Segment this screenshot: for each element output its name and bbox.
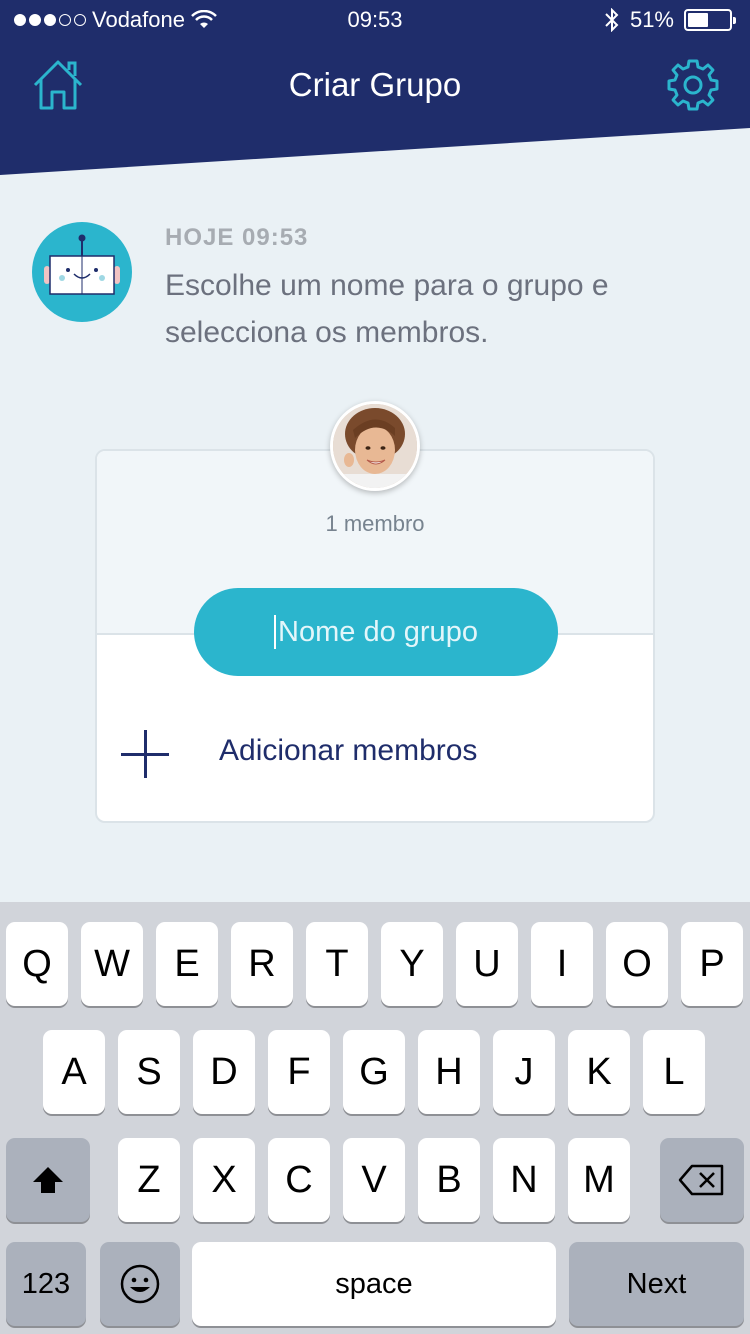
key-label: B (436, 1158, 462, 1201)
key-label: F (287, 1050, 311, 1093)
member-photo (333, 404, 417, 488)
gear-icon (667, 59, 719, 111)
text-cursor (274, 615, 277, 649)
key-label: G (359, 1050, 389, 1093)
member-avatar[interactable] (330, 401, 420, 491)
key-t[interactable]: T (306, 922, 368, 1006)
key-r[interactable]: R (231, 922, 293, 1006)
emoji-key[interactable] (100, 1242, 180, 1326)
key-label: C (285, 1158, 313, 1201)
key-label: O (622, 942, 652, 985)
key-w[interactable]: W (81, 922, 143, 1006)
bot-avatar (32, 222, 132, 322)
key-label: J (514, 1050, 534, 1093)
key-label: P (699, 942, 725, 985)
shift-icon (33, 1167, 63, 1193)
key-g[interactable]: G (343, 1030, 405, 1114)
key-label: K (586, 1050, 612, 1093)
space-key-label: space (335, 1267, 413, 1300)
key-u[interactable]: U (456, 922, 518, 1006)
next-key[interactable]: Next (569, 1242, 744, 1326)
key-label: T (325, 942, 349, 985)
message-text: Escolhe um nome para o grupo e seleccion… (165, 269, 609, 349)
key-v[interactable]: V (343, 1138, 405, 1222)
key-i[interactable]: I (531, 922, 593, 1006)
add-members-label: Adicionar membros (219, 734, 478, 767)
page-title: Criar Grupo (288, 66, 462, 103)
key-b[interactable]: B (418, 1138, 480, 1222)
next-key-label: Next (626, 1267, 687, 1300)
delete-key[interactable] (660, 1138, 744, 1222)
key-l[interactable]: L (643, 1030, 705, 1114)
key-d[interactable]: D (193, 1030, 255, 1114)
numbers-key[interactable]: 123 (6, 1242, 86, 1326)
key-label: W (94, 942, 130, 985)
status-right: 51% (604, 7, 736, 33)
key-label: H (435, 1050, 463, 1093)
keyboard: QW E R T Y U I O P A S D F G H J K L Z X C V B N M 123 space N… (0, 902, 750, 1334)
emoji-icon (120, 1264, 160, 1304)
battery-percent: 51% (629, 7, 674, 32)
add-members-button[interactable]: Adicionar membros (95, 712, 655, 792)
plus-icon (121, 730, 169, 778)
key-z[interactable]: Z (118, 1138, 180, 1222)
key-s[interactable]: S (118, 1030, 180, 1114)
app-header: Vodafone 09:53 51% Criar Grupo (0, 0, 750, 175)
bluetooth-icon (605, 8, 619, 32)
key-label: Q (22, 942, 52, 985)
shift-key[interactable] (6, 1138, 90, 1222)
member-count: 1 membro (325, 511, 425, 536)
key-label: A (61, 1050, 87, 1093)
key-label: Y (399, 942, 425, 985)
key-q[interactable]: Q (6, 922, 68, 1006)
key-label: U (473, 942, 501, 985)
key-label: N (510, 1158, 538, 1201)
key-label: R (248, 942, 276, 985)
key-f[interactable]: F (268, 1030, 330, 1114)
group-name-placeholder: Nome do grupo (278, 615, 478, 648)
message-timestamp: HOJE 09:53 (165, 224, 309, 251)
settings-button[interactable] (666, 58, 720, 112)
group-name-input[interactable]: Nome do grupo (194, 588, 558, 676)
key-label: I (556, 942, 568, 985)
key-j[interactable]: J (493, 1030, 555, 1114)
key-a[interactable]: A (43, 1030, 105, 1114)
key-c[interactable]: C (268, 1138, 330, 1222)
key-o[interactable]: O (606, 922, 668, 1006)
key-m[interactable]: M (568, 1138, 630, 1222)
robot-icon (44, 234, 120, 295)
backspace-icon (678, 1164, 724, 1196)
key-label: M (583, 1158, 615, 1201)
status-bar: Vodafone 09:53 51% (0, 0, 750, 40)
key-e[interactable]: E (156, 922, 218, 1006)
battery-icon (684, 9, 736, 31)
key-label: V (361, 1158, 387, 1201)
key-p[interactable]: P (681, 922, 743, 1006)
key-y[interactable]: Y (381, 922, 443, 1006)
key-label: L (663, 1050, 685, 1093)
numbers-key-label: 123 (21, 1267, 71, 1300)
key-h[interactable]: H (418, 1030, 480, 1114)
key-k[interactable]: K (568, 1030, 630, 1114)
key-label: X (211, 1158, 237, 1201)
key-n[interactable]: N (493, 1138, 555, 1222)
key-label: S (136, 1050, 162, 1093)
space-key[interactable]: space (192, 1242, 556, 1326)
key-label: D (210, 1050, 238, 1093)
key-x[interactable]: X (193, 1138, 255, 1222)
key-label: Z (137, 1158, 161, 1201)
key-label: E (174, 942, 200, 985)
